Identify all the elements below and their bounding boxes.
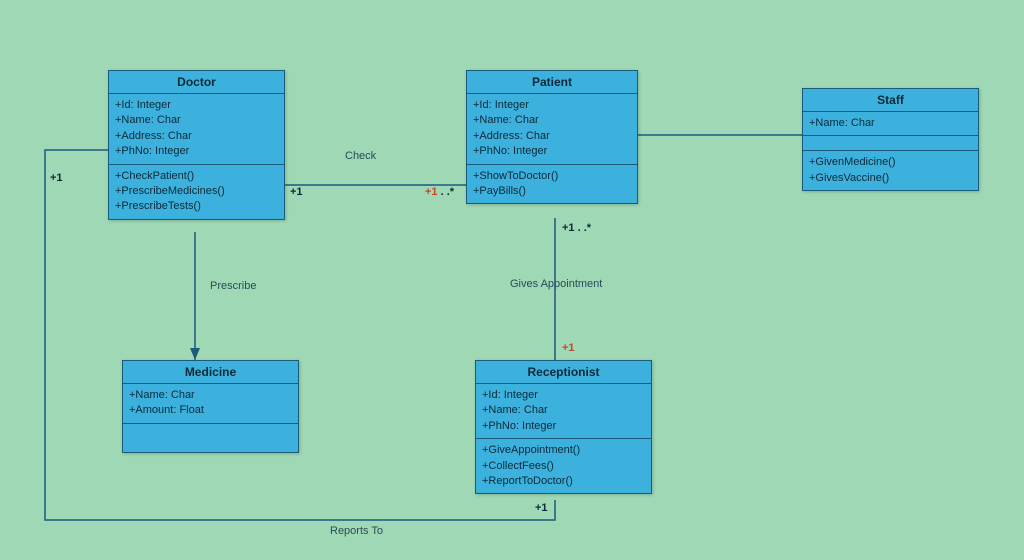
op: +ReportToDoctor() <box>482 474 645 489</box>
op: +GiveAppointment() <box>482 443 645 458</box>
op: +ShowToDoctor() <box>473 169 631 184</box>
label-prescribe: Prescribe <box>210 280 256 292</box>
class-title: Doctor <box>109 71 284 94</box>
arrow-prescribe <box>190 348 200 360</box>
class-title: Receptionist <box>476 361 651 384</box>
class-receptionist: Receptionist +Id: Integer +Name: Char +P… <box>475 360 652 494</box>
mult-recep-reports: +1 <box>535 502 548 514</box>
class-title: Patient <box>467 71 637 94</box>
attr: +Name: Char <box>809 116 972 131</box>
mult-recep-appt: +1 <box>562 342 575 354</box>
class-ops: +GivenMedicine() +GivesVaccine() <box>803 151 978 190</box>
class-ops: +CheckPatient() +PrescribeMedicines() +P… <box>109 165 284 219</box>
class-title: Medicine <box>123 361 298 384</box>
attr: +Address: Char <box>115 129 278 144</box>
class-attrs: +Name: Char <box>803 112 978 136</box>
op: +CheckPatient() <box>115 169 278 184</box>
attr: +PhNo: Integer <box>115 144 278 159</box>
class-patient: Patient +Id: Integer +Name: Char +Addres… <box>466 70 638 204</box>
attr: +Id: Integer <box>482 388 645 403</box>
label-gives-appointment: Gives Appointment <box>510 278 602 290</box>
label-reports-to: Reports To <box>330 525 383 537</box>
attr: +Name: Char <box>473 113 631 128</box>
attr: +Address: Char <box>473 129 631 144</box>
mult-patient-check: +1 . .* <box>425 186 454 198</box>
attr: +Id: Integer <box>115 98 278 113</box>
class-medicine: Medicine +Name: Char +Amount: Float <box>122 360 299 453</box>
class-ops: +GiveAppointment() +CollectFees() +Repor… <box>476 439 651 493</box>
class-empty <box>803 136 978 151</box>
op: +PayBills() <box>473 184 631 199</box>
class-staff: Staff +Name: Char +GivenMedicine() +Give… <box>802 88 979 191</box>
op: +PrescribeTests() <box>115 199 278 214</box>
attr: +PhNo: Integer <box>482 419 645 434</box>
attr: +Name: Char <box>115 113 278 128</box>
class-attrs: +Id: Integer +Name: Char +Address: Char … <box>467 94 637 165</box>
attr: +Name: Char <box>482 403 645 418</box>
class-attrs: +Name: Char +Amount: Float <box>123 384 298 424</box>
op: +GivenMedicine() <box>809 155 972 170</box>
class-ops <box>123 424 298 452</box>
attr: +Id: Integer <box>473 98 631 113</box>
attr: +Name: Char <box>129 388 292 403</box>
class-attrs: +Id: Integer +Name: Char +PhNo: Integer <box>476 384 651 439</box>
class-title: Staff <box>803 89 978 112</box>
class-attrs: +Id: Integer +Name: Char +Address: Char … <box>109 94 284 165</box>
op: +CollectFees() <box>482 459 645 474</box>
op: +GivesVaccine() <box>809 171 972 186</box>
op: +PrescribeMedicines() <box>115 184 278 199</box>
mult-doctor-check: +1 <box>290 186 303 198</box>
mult-doctor-reports: +1 <box>50 172 63 184</box>
label-check: Check <box>345 150 376 162</box>
attr: +PhNo: Integer <box>473 144 631 159</box>
class-doctor: Doctor +Id: Integer +Name: Char +Address… <box>108 70 285 220</box>
class-ops: +ShowToDoctor() +PayBills() <box>467 165 637 204</box>
mult-patient-appt: +1 . .* <box>562 222 591 234</box>
attr: +Amount: Float <box>129 403 292 418</box>
